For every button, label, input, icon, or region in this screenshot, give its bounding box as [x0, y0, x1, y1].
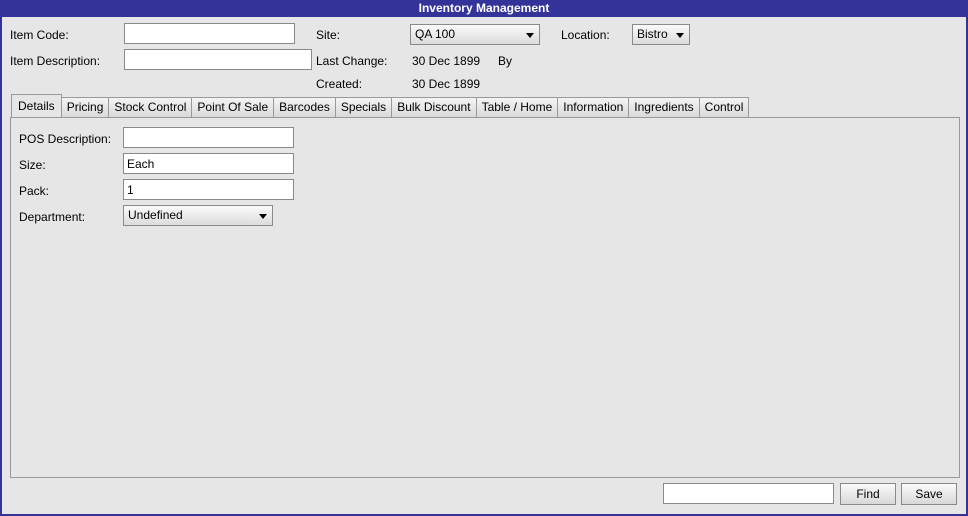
chevron-down-icon [259, 214, 267, 219]
site-dropdown[interactable]: QA 100 [410, 24, 540, 45]
tab-specials[interactable]: Specials [334, 97, 393, 117]
tab-stock-control[interactable]: Stock Control [108, 97, 193, 117]
pos-description-input[interactable] [123, 127, 294, 148]
find-button[interactable]: Find [840, 483, 896, 505]
chevron-down-icon [676, 33, 684, 38]
item-description-input[interactable] [124, 49, 312, 70]
department-label: Department: [19, 210, 86, 224]
department-dropdown[interactable]: Undefined [123, 205, 273, 226]
details-panel: POS Description: Size: Pack: Department:… [10, 117, 960, 478]
tab-bar: Details Pricing Stock Control Point Of S… [11, 94, 750, 117]
department-dropdown-value: Undefined [128, 208, 183, 222]
location-dropdown[interactable]: Bistro [632, 24, 690, 45]
window-title: Inventory Management [0, 0, 968, 17]
tab-control[interactable]: Control [698, 97, 750, 117]
pack-label: Pack: [19, 184, 50, 198]
created-label: Created: [316, 77, 363, 91]
location-dropdown-value: Bistro [637, 27, 668, 41]
item-code-input[interactable] [124, 23, 295, 44]
pos-description-label: POS Description: [19, 132, 112, 146]
tab-barcodes[interactable]: Barcodes [273, 97, 336, 117]
tab-bulk-discount[interactable]: Bulk Discount [391, 97, 477, 117]
pack-input[interactable] [123, 179, 294, 200]
by-label: By [498, 54, 513, 68]
tab-pricing[interactable]: Pricing [60, 97, 110, 117]
last-change-value: 30 Dec 1899 [412, 54, 481, 68]
last-change-label: Last Change: [316, 54, 388, 68]
created-value: 30 Dec 1899 [412, 77, 481, 91]
find-input[interactable] [663, 483, 834, 504]
site-label: Site: [316, 28, 341, 42]
inventory-window: Inventory Management Item Code: Item Des… [0, 0, 968, 516]
location-label: Location: [561, 28, 610, 42]
tab-table-home[interactable]: Table / Home [475, 97, 559, 117]
size-input[interactable] [123, 153, 294, 174]
item-description-label: Item Description: [10, 54, 101, 68]
chevron-down-icon [526, 33, 534, 38]
site-dropdown-value: QA 100 [415, 27, 456, 41]
save-button[interactable]: Save [901, 483, 957, 505]
item-code-label: Item Code: [10, 28, 69, 42]
tab-information[interactable]: Information [557, 97, 630, 117]
tab-ingredients[interactable]: Ingredients [628, 97, 700, 117]
tab-point-of-sale[interactable]: Point Of Sale [191, 97, 275, 117]
size-label: Size: [19, 158, 46, 172]
tab-details[interactable]: Details [11, 94, 62, 117]
